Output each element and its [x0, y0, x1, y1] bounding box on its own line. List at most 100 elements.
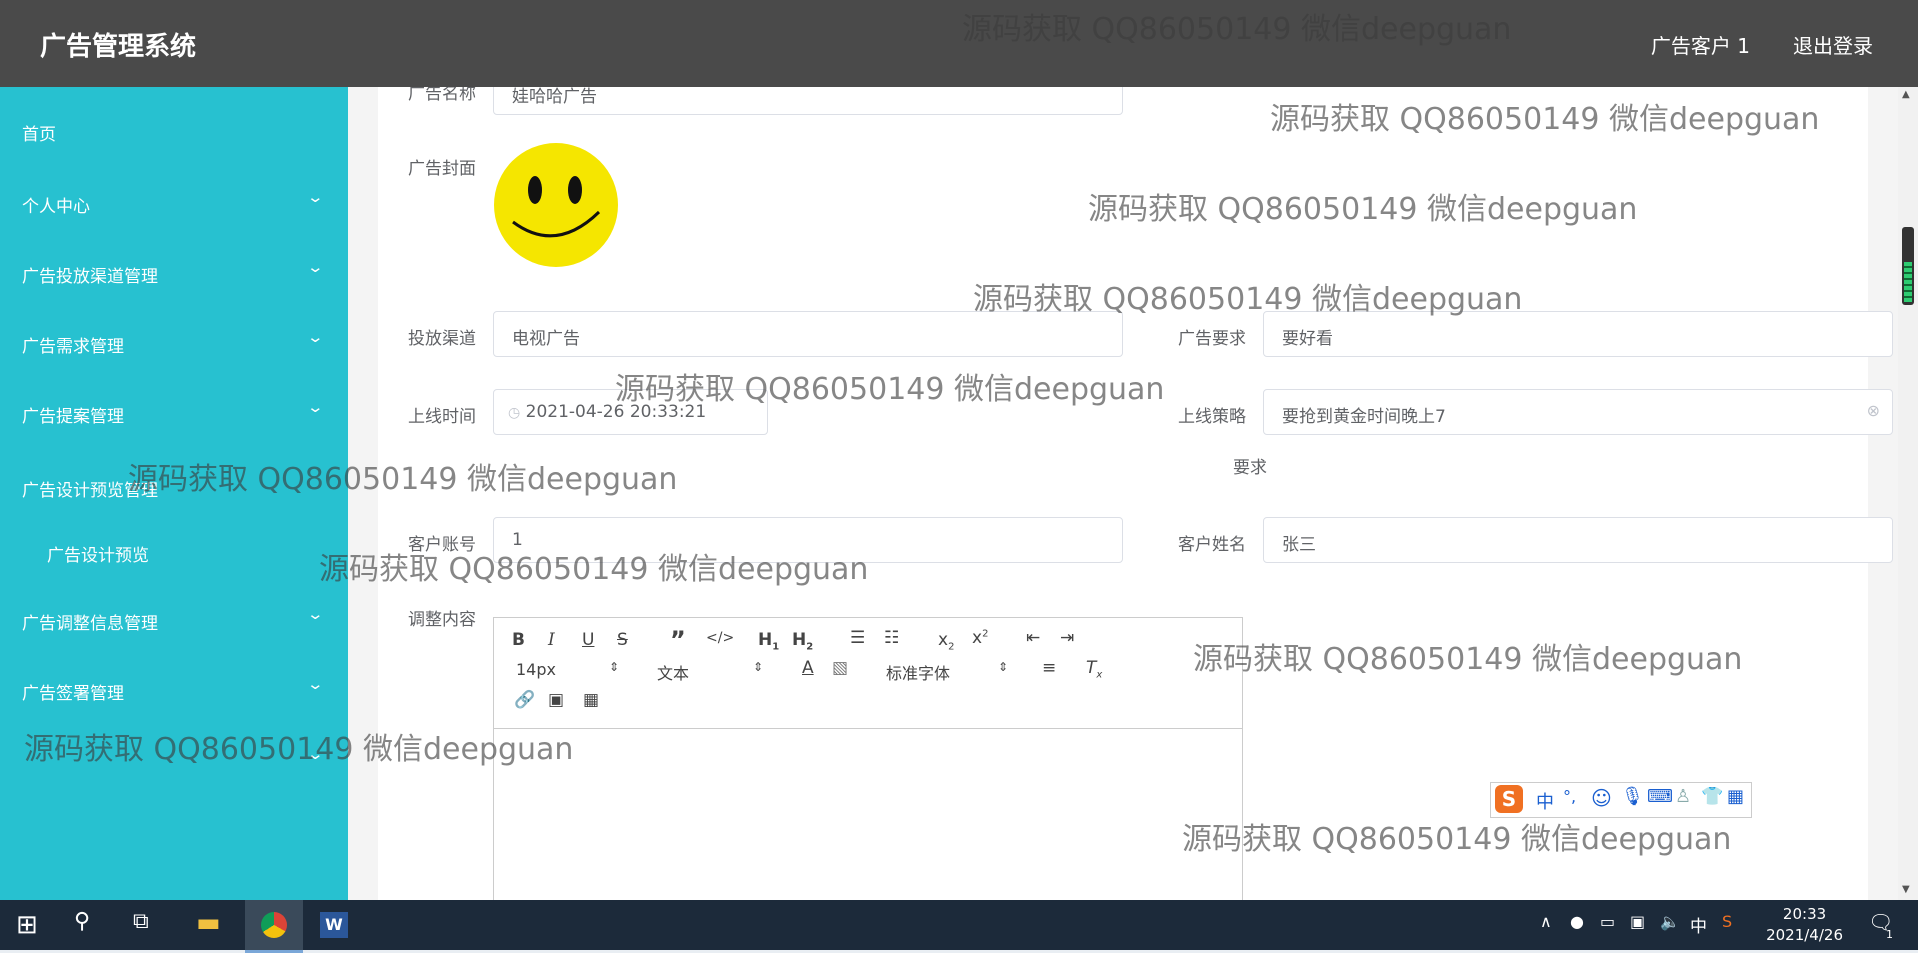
ime-lang[interactable]: 中 [1536, 788, 1554, 814]
sidebar-item-home[interactable]: 首页 [0, 102, 348, 162]
scroll-indicator-icon [1904, 262, 1912, 302]
ordered-list-icon[interactable]: ☰ [850, 628, 865, 648]
sidebar-item-design-preview[interactable]: 广告设计预览 [0, 523, 348, 583]
online-time-label: 上线时间 [408, 407, 476, 427]
sidebar-item-adjust-management[interactable]: 广告调整信息管理 ⌄ [0, 591, 348, 651]
sidebar-item-personal-center[interactable]: 个人中心 ⌄ [0, 174, 348, 234]
clock-date: 2021/4/26 [1766, 926, 1843, 944]
current-user[interactable]: 广告客户 1 [1651, 30, 1750, 59]
sidebar-item-more[interactable]: ⌄ [0, 731, 348, 791]
customer-name-label: 客户姓名 [1178, 535, 1246, 555]
sidebar-item-label: 广告签署管理 [22, 684, 124, 704]
chevron-updown-icon: ⇕ [998, 660, 1009, 674]
account-field[interactable]: 1 [493, 517, 1123, 563]
strategy-field[interactable]: 要抢到黄金时间晚上7 ⊗ [1263, 389, 1893, 435]
scroll-down-icon[interactable]: ▼ [1902, 884, 1910, 895]
align-icon[interactable]: ≡ [1042, 658, 1056, 678]
chevron-down-icon: ⌄ [306, 328, 325, 346]
image-icon[interactable]: ▣ [548, 690, 564, 710]
sidebar-item-demand-management[interactable]: 广告需求管理 ⌄ [0, 314, 348, 374]
sogou-tray-icon[interactable]: S [1722, 912, 1732, 931]
strikethrough-icon[interactable]: S [617, 630, 628, 650]
main-content: 广告名称 娃哈哈广告 广告封面 投放渠道 电视广告 广告要求 要好看 上线时间 … [348, 87, 1898, 900]
sidebar: 首页 个人中心 ⌄ 广告投放渠道管理 ⌄ 广告需求管理 ⌄ 广告提案管理 ⌄ 广… [0, 87, 348, 900]
sogou-logo-icon: S [1495, 785, 1523, 813]
search-icon[interactable]: ⚲ [74, 909, 90, 934]
font-color-icon[interactable]: A [802, 658, 814, 678]
sidebar-item-design-preview-management[interactable]: 广告设计预览管理 [0, 458, 348, 518]
word-icon[interactable]: W [320, 912, 348, 938]
sidebar-item-sign-management[interactable]: 广告签署管理 ⌄ [0, 661, 348, 721]
background-color-icon[interactable]: ▧ [832, 658, 848, 678]
video-icon[interactable]: ▦ [583, 690, 599, 710]
unordered-list-icon[interactable]: ☷ [884, 628, 899, 648]
file-explorer-icon[interactable]: ▬ [196, 908, 221, 938]
outdent-icon[interactable]: ⇤ [1026, 628, 1040, 648]
italic-icon[interactable]: I [548, 630, 555, 650]
chevron-down-icon: ⌄ [306, 675, 325, 693]
task-view-icon[interactable]: ⧉ [133, 909, 149, 934]
logout-button[interactable]: 退出登录 [1793, 30, 1873, 59]
page-scrollbar[interactable]: ▲ ▼ [1898, 87, 1918, 900]
sidebar-item-label: 广告设计预览 [47, 546, 149, 566]
network-icon[interactable]: ▣ [1630, 912, 1645, 931]
sidebar-item-label: 广告需求管理 [22, 337, 124, 357]
ad-name-label: 广告名称 [408, 87, 476, 104]
font-size-select[interactable]: 14px [516, 660, 556, 679]
sidebar-item-label: 广告调整信息管理 [22, 614, 158, 634]
font-family-select[interactable]: 标准字体 [886, 660, 950, 684]
heading1-icon[interactable]: H1 [758, 630, 779, 652]
keyboard-icon[interactable]: ⌨ [1647, 786, 1673, 807]
notification-count: 1 [1886, 928, 1893, 941]
volume-icon[interactable]: 🔈 [1660, 912, 1680, 931]
quote-icon[interactable]: ” [670, 626, 686, 654]
rich-text-editor[interactable]: B I U S ” </> H1 H2 ☰ ☷ x2 x2 ⇤ ⇥ 14px ⇕… [493, 617, 1243, 900]
chevron-up-icon[interactable]: ∧ [1540, 912, 1552, 931]
sidebar-item-label: 广告投放渠道管理 [22, 267, 158, 287]
adjust-content-label: 调整内容 [408, 610, 476, 630]
chevron-down-icon: ⌄ [306, 398, 325, 416]
sidebar-item-proposal-management[interactable]: 广告提案管理 ⌄ [0, 384, 348, 444]
code-icon[interactable]: </> [706, 630, 734, 646]
underline-icon[interactable]: U [582, 630, 594, 650]
channel-field[interactable]: 电视广告 [493, 311, 1123, 357]
indent-icon[interactable]: ⇥ [1060, 628, 1074, 648]
clear-icon[interactable]: ⊗ [1867, 401, 1880, 420]
link-icon[interactable]: 🔗 [514, 690, 535, 710]
editor-toolbar: B I U S ” </> H1 H2 ☰ ☷ x2 x2 ⇤ ⇥ 14px ⇕… [494, 618, 1242, 729]
sidebar-item-label: 广告设计预览管理 [22, 481, 158, 501]
ad-name-field[interactable]: 娃哈哈广告 [493, 87, 1123, 115]
system-clock[interactable]: 20:33 2021/4/26 [1766, 904, 1843, 946]
paragraph-select[interactable]: 文本 [657, 660, 689, 684]
grid-menu-icon[interactable]: ▦ [1727, 786, 1744, 807]
sidebar-item-channel-management[interactable]: 广告投放渠道管理 ⌄ [0, 244, 348, 304]
scroll-up-icon[interactable]: ▲ [1902, 89, 1910, 100]
skin-icon[interactable]: 👕 [1701, 786, 1723, 807]
chrome-taskbar-button[interactable] [245, 900, 303, 953]
ime-punct[interactable]: °, [1563, 787, 1576, 806]
ime-toolbar[interactable]: S 中 °, ☺ 🎙 ⌨ ♙ 👕 ▦ [1490, 782, 1752, 818]
app-title: 广告管理系统 [40, 32, 197, 62]
online-time-picker[interactable]: ◷ 2021-04-26 20:33:21 [493, 389, 768, 435]
battery-icon[interactable]: ▭ [1600, 912, 1615, 931]
qq-tray-icon[interactable]: ● [1570, 912, 1584, 931]
windows-start-icon[interactable]: ⊞ [16, 910, 38, 940]
user-icon[interactable]: ♙ [1675, 786, 1691, 807]
requirement-field[interactable]: 要好看 [1263, 311, 1893, 357]
clear-format-icon[interactable]: Tx [1086, 658, 1102, 680]
subscript-icon[interactable]: x2 [938, 630, 954, 652]
channel-label: 投放渠道 [408, 329, 476, 349]
ime-indicator[interactable]: 中 [1690, 912, 1707, 937]
ad-cover-label: 广告封面 [408, 159, 476, 179]
customer-name-field[interactable]: 张三 [1263, 517, 1893, 563]
bold-icon[interactable]: B [512, 630, 525, 650]
superscript-icon[interactable]: x2 [972, 628, 988, 648]
chrome-icon [261, 912, 287, 938]
chevron-updown-icon: ⇕ [609, 660, 620, 674]
emoji-icon[interactable]: ☺ [1591, 786, 1612, 810]
online-time-value: 2021-04-26 20:33:21 [525, 402, 707, 422]
clock-icon: ◷ [508, 405, 521, 421]
heading2-icon[interactable]: H2 [792, 630, 813, 652]
requirement-label: 广告要求 [1178, 329, 1246, 349]
microphone-icon[interactable]: 🎙 [1621, 786, 1644, 807]
